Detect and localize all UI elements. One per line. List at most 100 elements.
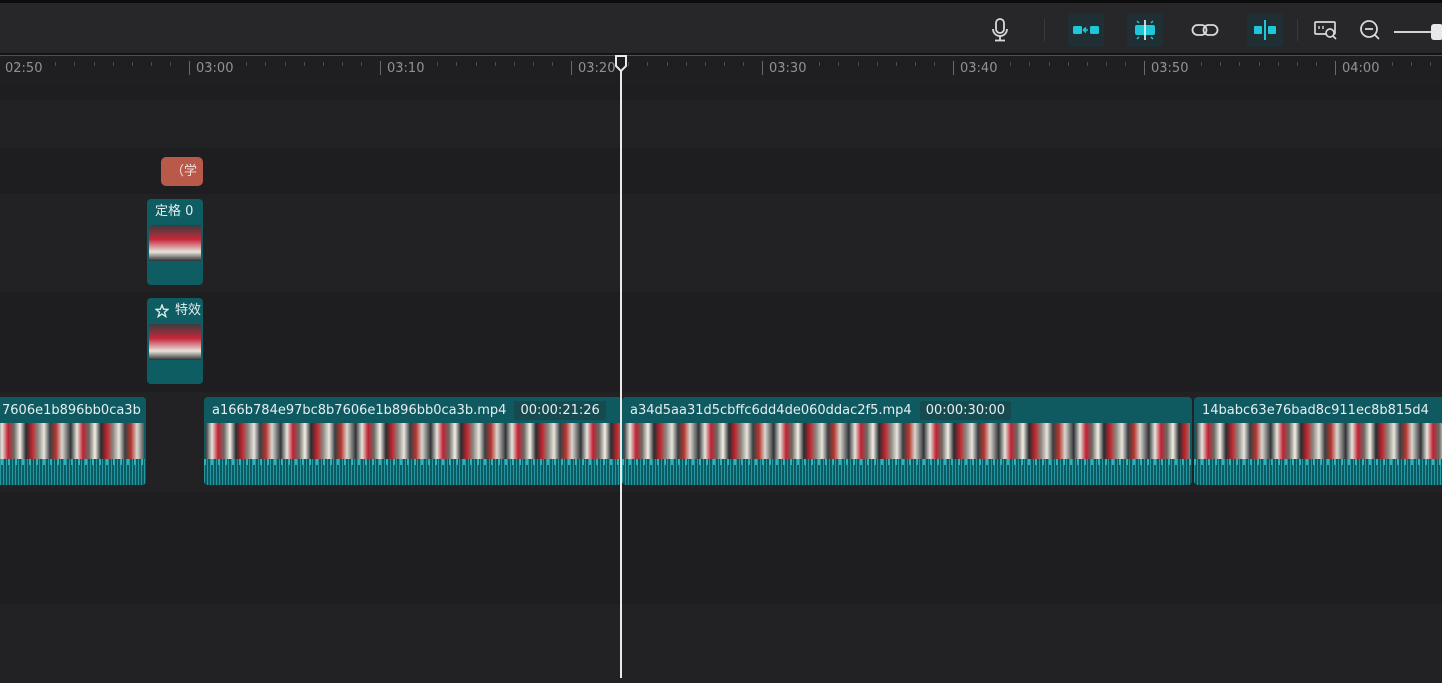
ruler-minor-tick bbox=[1010, 62, 1011, 66]
ruler-major-tick bbox=[380, 61, 381, 75]
snap-magnet-icon bbox=[1135, 20, 1155, 40]
ruler-major-tick bbox=[571, 61, 572, 75]
split-preview-icon bbox=[1254, 20, 1276, 40]
ruler-minor-tick bbox=[877, 62, 878, 66]
ruler-top-line bbox=[0, 55, 1442, 56]
clip-filename: a34d5aa31d5cbffc6dd4de060ddac2f5.mp4 bbox=[630, 402, 912, 418]
ruler-minor-tick bbox=[533, 62, 534, 66]
link-clips-button[interactable] bbox=[1068, 13, 1104, 47]
ruler-label: 03:40 bbox=[960, 61, 998, 76]
ruler-minor-tick bbox=[819, 62, 820, 66]
ruler-minor-tick bbox=[1125, 62, 1126, 66]
clip-filename: a166b784e97bc8b7606e1b896bb0ca3b.mp4 bbox=[212, 402, 507, 418]
ruler-minor-tick bbox=[495, 62, 496, 66]
playhead-line[interactable] bbox=[620, 66, 622, 678]
toolbar-divider bbox=[1044, 19, 1045, 41]
ruler-minor-tick bbox=[838, 62, 839, 66]
ruler-minor-tick bbox=[667, 62, 668, 66]
ruler-minor-tick bbox=[285, 62, 286, 66]
effect-clip-label: 特效 bbox=[175, 303, 202, 318]
clip-duration: 00:00:30:00 bbox=[919, 400, 1012, 420]
clip-filename: 14babc63e76bad8c911ec8b815d4 bbox=[1202, 402, 1429, 418]
ruler-label: 03:00 bbox=[196, 61, 234, 76]
ruler-minor-tick bbox=[323, 62, 324, 66]
timeline-toolbar bbox=[0, 0, 1442, 55]
effect-star-icon bbox=[155, 304, 169, 318]
video-clip[interactable]: a34d5aa31d5cbffc6dd4de060ddac2f5.mp4 00:… bbox=[622, 397, 1192, 485]
zoom-out-icon bbox=[1360, 20, 1380, 40]
ruler-minor-tick bbox=[1297, 62, 1298, 66]
ruler-minor-tick bbox=[170, 62, 171, 66]
ruler-minor-tick bbox=[1392, 62, 1393, 66]
clip-thumbnail-strip bbox=[0, 423, 144, 459]
effect-clip[interactable]: 特效 bbox=[147, 298, 203, 384]
video-clip[interactable]: 7606e1b896bb0ca3b bbox=[0, 397, 146, 485]
record-voiceover-button[interactable] bbox=[982, 13, 1018, 47]
ruler-minor-tick bbox=[55, 62, 56, 66]
video-clip[interactable]: 14babc63e76bad8c911ec8b815d4 bbox=[1194, 397, 1442, 485]
ruler-label: 04:00 bbox=[1342, 61, 1380, 76]
ruler-minor-tick bbox=[1087, 62, 1088, 66]
ruler-minor-tick bbox=[552, 62, 553, 66]
ruler-minor-tick bbox=[915, 62, 916, 66]
track-lane bbox=[0, 604, 1442, 683]
track-lane bbox=[0, 100, 1442, 148]
clip-filename: 7606e1b896bb0ca3b bbox=[2, 402, 141, 418]
ruler-minor-tick bbox=[743, 62, 744, 66]
ruler-minor-tick bbox=[1259, 62, 1260, 66]
preview-zoom-button[interactable] bbox=[1308, 13, 1344, 47]
ruler-minor-tick bbox=[628, 62, 629, 66]
freeze-track-lane bbox=[0, 194, 1442, 292]
text-clip[interactable]: （学 bbox=[161, 157, 203, 186]
time-ruler[interactable]: 02:50 03:00 03:10 03:20 03:30 03:40 03:5… bbox=[0, 55, 1442, 85]
freeze-clip-label: 定格 0 bbox=[155, 204, 194, 219]
ruler-minor-tick bbox=[151, 62, 152, 66]
zoom-slider-handle[interactable] bbox=[1431, 24, 1442, 40]
ruler-minor-tick bbox=[113, 62, 114, 66]
ruler-minor-tick bbox=[1316, 62, 1317, 66]
ruler-minor-tick bbox=[437, 62, 438, 66]
ruler-minor-tick bbox=[896, 62, 897, 66]
zoom-out-button[interactable] bbox=[1352, 13, 1388, 47]
clip-audio-waveform bbox=[1194, 459, 1442, 485]
chain-link-icon bbox=[1191, 24, 1219, 36]
ruler-minor-tick bbox=[724, 62, 725, 66]
video-clip[interactable]: a166b784e97bc8b7606e1b896bb0ca3b.mp4 00:… bbox=[204, 397, 622, 485]
ruler-minor-tick bbox=[1278, 62, 1279, 66]
ruler-minor-tick bbox=[132, 62, 133, 66]
clip-audio-waveform bbox=[204, 459, 622, 485]
ruler-minor-tick bbox=[1201, 62, 1202, 66]
ruler-minor-tick bbox=[1029, 62, 1030, 66]
ruler-minor-tick bbox=[1068, 62, 1069, 66]
ruler-minor-tick bbox=[74, 62, 75, 66]
ruler-minor-tick bbox=[1411, 62, 1412, 66]
toolbar-divider bbox=[1297, 19, 1298, 41]
link-clips-icon bbox=[1073, 26, 1099, 34]
ruler-label: 03:30 bbox=[769, 61, 807, 76]
ruler-minor-tick bbox=[304, 62, 305, 66]
ruler-minor-tick bbox=[1220, 62, 1221, 66]
linkage-button[interactable] bbox=[1187, 13, 1223, 47]
clip-duration: 00:00:21:26 bbox=[514, 400, 606, 420]
ruler-minor-tick bbox=[476, 62, 477, 66]
playhead-handle[interactable] bbox=[614, 55, 628, 73]
ruler-minor-tick bbox=[858, 62, 859, 66]
freeze-frame-clip[interactable]: 定格 0 bbox=[147, 199, 203, 285]
freeze-clip-thumbnail bbox=[149, 225, 201, 261]
ruler-minor-tick bbox=[246, 62, 247, 66]
track-lane bbox=[0, 85, 1442, 100]
ruler-label: 02:50 bbox=[5, 61, 43, 76]
ruler-minor-tick bbox=[1430, 62, 1431, 66]
ruler-label: 03:10 bbox=[387, 61, 425, 76]
ruler-major-tick bbox=[953, 61, 954, 75]
preview-axis-button[interactable] bbox=[1247, 13, 1283, 47]
ruler-major-tick bbox=[189, 61, 190, 75]
clip-audio-waveform bbox=[0, 459, 146, 485]
microphone-icon bbox=[992, 18, 1008, 42]
clip-thumbnail-strip bbox=[624, 423, 1190, 459]
effect-clip-thumbnail bbox=[149, 324, 201, 360]
ruler-minor-tick bbox=[647, 62, 648, 66]
ruler-minor-tick bbox=[1239, 62, 1240, 66]
snap-button[interactable] bbox=[1127, 13, 1163, 47]
ruler-minor-tick bbox=[514, 62, 515, 66]
